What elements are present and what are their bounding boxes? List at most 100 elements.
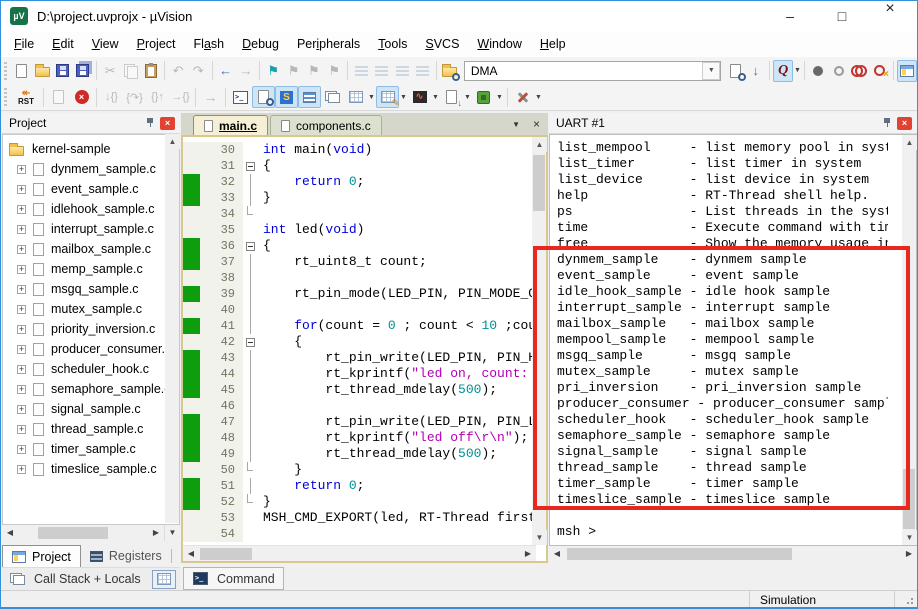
toolbox-dropdown[interactable]: ▼ [534,94,543,101]
tab-project[interactable]: Project [2,545,81,567]
system-viewer-dropdown[interactable]: ▼ [495,94,504,101]
tree-item[interactable]: + producer_consumer.c [3,339,179,359]
scroll-down-arrow[interactable]: ▼ [902,530,917,545]
expand-icon[interactable]: + [17,264,26,274]
logic-analyzer-dropdown[interactable]: ▼ [431,94,440,101]
scroll-up-arrow[interactable]: ▲ [902,135,917,150]
tab-main-c[interactable]: main.c [193,115,269,135]
editor-vscrollbar[interactable]: ▲ ▼ [532,137,547,545]
scroll-down-arrow[interactable]: ▼ [532,530,547,545]
combobox-dropdown-button[interactable]: ▼ [702,61,721,80]
tree-item[interactable]: + timeslice_sample.c [3,459,179,479]
insert-breakpoint-button[interactable] [808,60,828,82]
memory-window-dropdown[interactable]: ▼ [367,94,376,101]
close-document-icon[interactable]: × [533,117,540,131]
tree-item[interactable]: + priority_inversion.c [3,319,179,339]
tree-item[interactable]: + mutex_sample.c [3,299,179,319]
disable-all-breakpoints-button[interactable] [849,60,869,82]
logic-analyzer-button[interactable]: ∿ [408,86,431,108]
tab-registers[interactable]: Registers [81,545,171,567]
scroll-thumb[interactable] [200,547,252,560]
tree-item[interactable]: + memp_sample.c [3,259,179,279]
tree-item[interactable]: + signal_sample.c [3,399,179,419]
watch-window-button[interactable]: ✎ [376,86,400,109]
expand-icon[interactable]: + [17,424,26,434]
redo-button[interactable]: ↷ [188,60,208,82]
scroll-left-arrow[interactable]: ◀ [2,525,18,541]
paste-button[interactable] [141,60,161,82]
trace-window-dropdown[interactable]: ▼ [463,94,472,101]
window-list-icon[interactable]: ▼ [512,120,520,129]
uart-console[interactable]: list_mempool - list memory pool in syste… [549,134,917,546]
fold-column[interactable] [243,158,257,174]
menu-peripherals[interactable]: Peripherals [288,33,369,55]
tab-components-c[interactable]: components.c [270,115,382,135]
scroll-right-arrow[interactable]: ▶ [148,525,164,541]
menu-file[interactable]: File [5,33,43,55]
run-to-line-button[interactable]: →{} [169,86,192,108]
quick-search-dropdown[interactable]: ▼ [793,67,801,74]
panel-close-icon[interactable]: × [160,116,175,130]
analysis-window-button[interactable] [321,86,344,108]
scroll-right-arrow[interactable]: ▶ [901,546,917,562]
menu-flash[interactable]: Flash [185,33,234,55]
menu-svcs[interactable]: SVCS [416,33,468,55]
menu-tools[interactable]: Tools [369,33,416,55]
stop-button[interactable]: × [70,86,93,108]
expand-icon[interactable]: + [17,164,26,174]
next-bookmark-button[interactable]: ⚑ [283,60,303,82]
tree-item[interactable]: + thread_sample.c [3,419,179,439]
copy-button[interactable] [120,60,140,82]
pin-icon[interactable] [883,118,892,128]
expand-icon[interactable]: + [17,184,26,194]
expand-icon[interactable]: + [17,324,26,334]
expand-icon[interactable]: + [17,304,26,314]
tree-item[interactable]: + msgq_sample.c [3,279,179,299]
resize-grip[interactable] [911,602,913,604]
minimize-button[interactable]: – [767,1,813,31]
menu-project[interactable]: Project [128,33,185,55]
pin-icon[interactable] [146,118,155,128]
expand-icon[interactable]: + [17,224,26,234]
toolbar-grip[interactable] [4,88,7,106]
expand-icon[interactable]: + [17,244,26,254]
reset-button[interactable]: ↞ RST [12,86,40,108]
toolbox-button[interactable] [511,86,534,108]
serial-window-button[interactable] [298,86,321,108]
prev-bookmark-button[interactable]: ⚑ [304,60,324,82]
open-file-button[interactable] [32,60,52,82]
navigate-forward-button[interactable]: → [236,60,256,82]
step-out-button[interactable]: {}↑ [146,86,169,108]
callstack-bar[interactable]: Call Stack + Locals [2,567,180,590]
code-editor[interactable]: 30 int main(void) 31{32 return 0; 33} 34 35 in… [183,137,532,545]
tree-item[interactable]: + event_sample.c [3,179,179,199]
run-button[interactable] [47,86,70,108]
undo-button[interactable]: ↶ [168,60,188,82]
scroll-thumb[interactable] [567,548,792,560]
project-tree-hscrollbar[interactable]: ◀ ▶ [2,525,164,541]
tree-item[interactable]: + semaphore_sample.c [3,379,179,399]
find-in-files-window-button[interactable] [725,60,746,82]
expand-icon[interactable]: + [17,444,26,454]
toolbar-grip[interactable] [4,61,7,80]
fold-column[interactable] [243,334,257,350]
run-to-cursor-button[interactable]: → [199,86,222,108]
uart-vscrollbar[interactable]: ▲ ▼ [902,135,917,545]
tree-item[interactable]: + scheduler_hook.c [3,359,179,379]
menu-edit[interactable]: Edit [43,33,83,55]
command-window-button[interactable]: >_ [229,86,252,108]
incremental-find-button[interactable]: ↓ [746,60,766,82]
quick-search-button[interactable]: Q [772,59,794,82]
panel-close-icon[interactable]: × [897,116,912,130]
disassembly-window-button[interactable] [252,86,275,108]
menu-help[interactable]: Help [531,33,575,55]
expand-icon[interactable]: + [17,404,26,414]
scroll-down-arrow[interactable]: ▼ [164,525,180,541]
save-button[interactable] [52,60,72,82]
editor-hscrollbar[interactable]: ◀ ▶ [183,545,536,561]
clear-bookmarks-button[interactable]: ⚑ [324,60,344,82]
uncomment-button[interactable] [412,60,432,82]
scroll-up-arrow[interactable]: ▲ [532,137,547,152]
tree-item[interactable]: + dynmem_sample.c [3,159,179,179]
step-over-button[interactable]: {↷} [123,86,146,108]
